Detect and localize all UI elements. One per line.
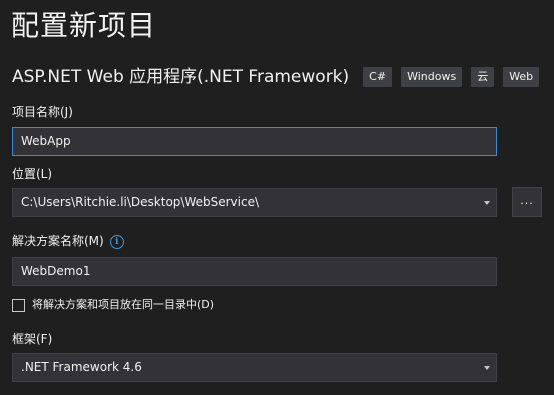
- tag-cloud: 云: [471, 67, 495, 87]
- solution-name-label-row: 解决方案名称(M) i: [12, 233, 124, 249]
- project-name-value: WebApp: [21, 134, 71, 148]
- solution-name-label: 解决方案名称(M): [12, 234, 104, 248]
- location-value: C:\Users\Ritchie.li\Desktop\WebService\: [21, 195, 260, 209]
- framework-value: .NET Framework 4.6: [21, 360, 142, 374]
- project-type-header: ASP.NET Web 应用程序(.NET Framework) C# Wind…: [12, 63, 544, 91]
- solution-name-value: WebDemo1: [21, 264, 91, 278]
- tag-web: Web: [503, 67, 540, 87]
- page-title: 配置新项目: [11, 9, 157, 42]
- same-directory-option[interactable]: 将解决方案和项目放在同一目录中(D): [12, 297, 214, 313]
- project-name-label: 项目名称(J): [12, 105, 73, 119]
- location-combobox[interactable]: C:\Users\Ritchie.li\Desktop\WebService\: [12, 188, 497, 217]
- info-icon[interactable]: i: [109, 234, 124, 249]
- project-name-input[interactable]: WebApp: [12, 127, 497, 156]
- location-label: 位置(L): [12, 167, 53, 181]
- same-directory-label[interactable]: 将解决方案和项目放在同一目录中(D): [32, 297, 214, 313]
- project-type-name: ASP.NET Web 应用程序(.NET Framework): [12, 67, 350, 87]
- chevron-down-icon[interactable]: [484, 366, 490, 370]
- framework-select[interactable]: .NET Framework 4.6: [12, 353, 497, 382]
- same-directory-checkbox[interactable]: [12, 298, 25, 312]
- tag-windows: Windows: [401, 67, 463, 87]
- framework-label: 框架(F): [12, 332, 53, 346]
- tag-csharp: C#: [363, 67, 393, 87]
- browse-button[interactable]: ...: [512, 187, 542, 217]
- chevron-down-icon[interactable]: [484, 201, 490, 205]
- solution-name-input[interactable]: WebDemo1: [12, 257, 497, 286]
